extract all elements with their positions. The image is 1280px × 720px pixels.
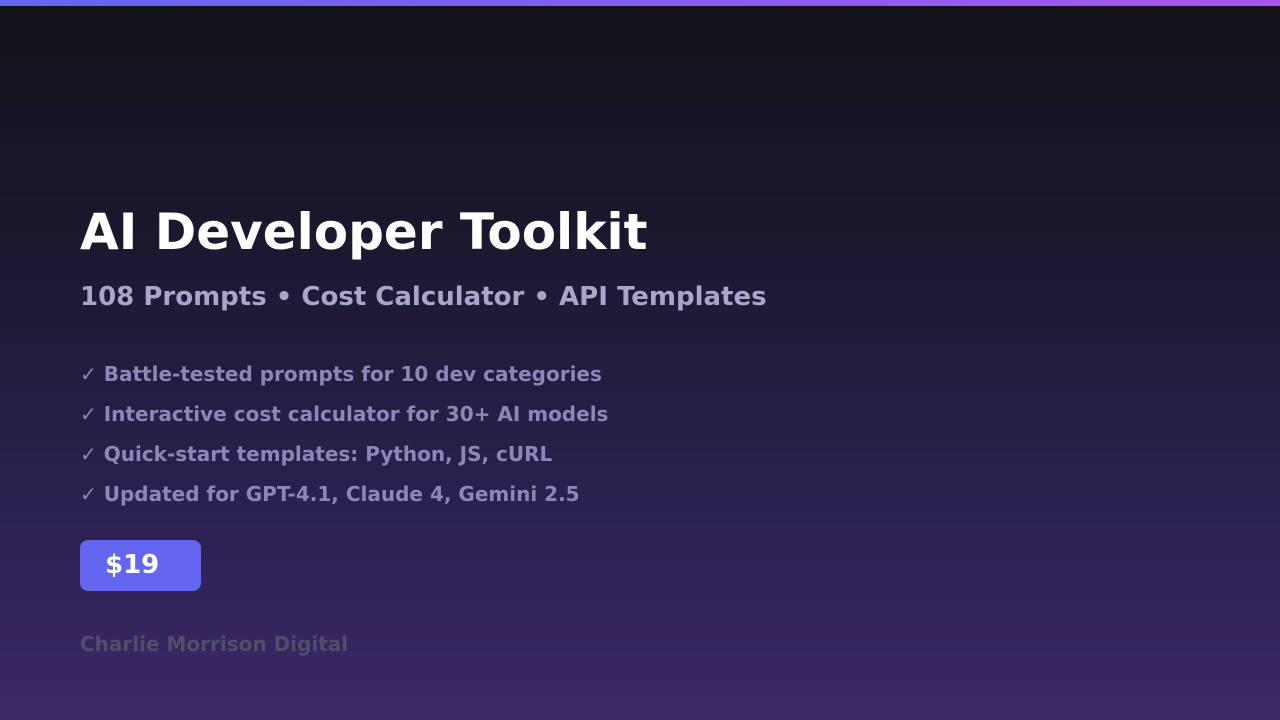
feature-list: ✓ Battle-tested prompts for 10 dev categ…: [80, 358, 608, 518]
price-badge: $19: [80, 540, 201, 591]
feature-item: ✓ Battle-tested prompts for 10 dev categ…: [80, 362, 602, 386]
subtitle: 108 Prompts • Cost Calculator • API Temp…: [80, 282, 767, 312]
feature-item: ✓ Quick-start templates: Python, JS, cUR…: [80, 442, 553, 466]
brand-name: Charlie Morrison Digital: [80, 632, 349, 656]
page-title: AI Developer Toolkit: [80, 203, 648, 261]
feature-item: ✓ Interactive cost calculator for 30+ AI…: [80, 402, 609, 426]
feature-item: ✓ Updated for GPT-4.1, Claude 4, Gemini …: [80, 482, 580, 506]
accent-bar: [0, 0, 1280, 6]
